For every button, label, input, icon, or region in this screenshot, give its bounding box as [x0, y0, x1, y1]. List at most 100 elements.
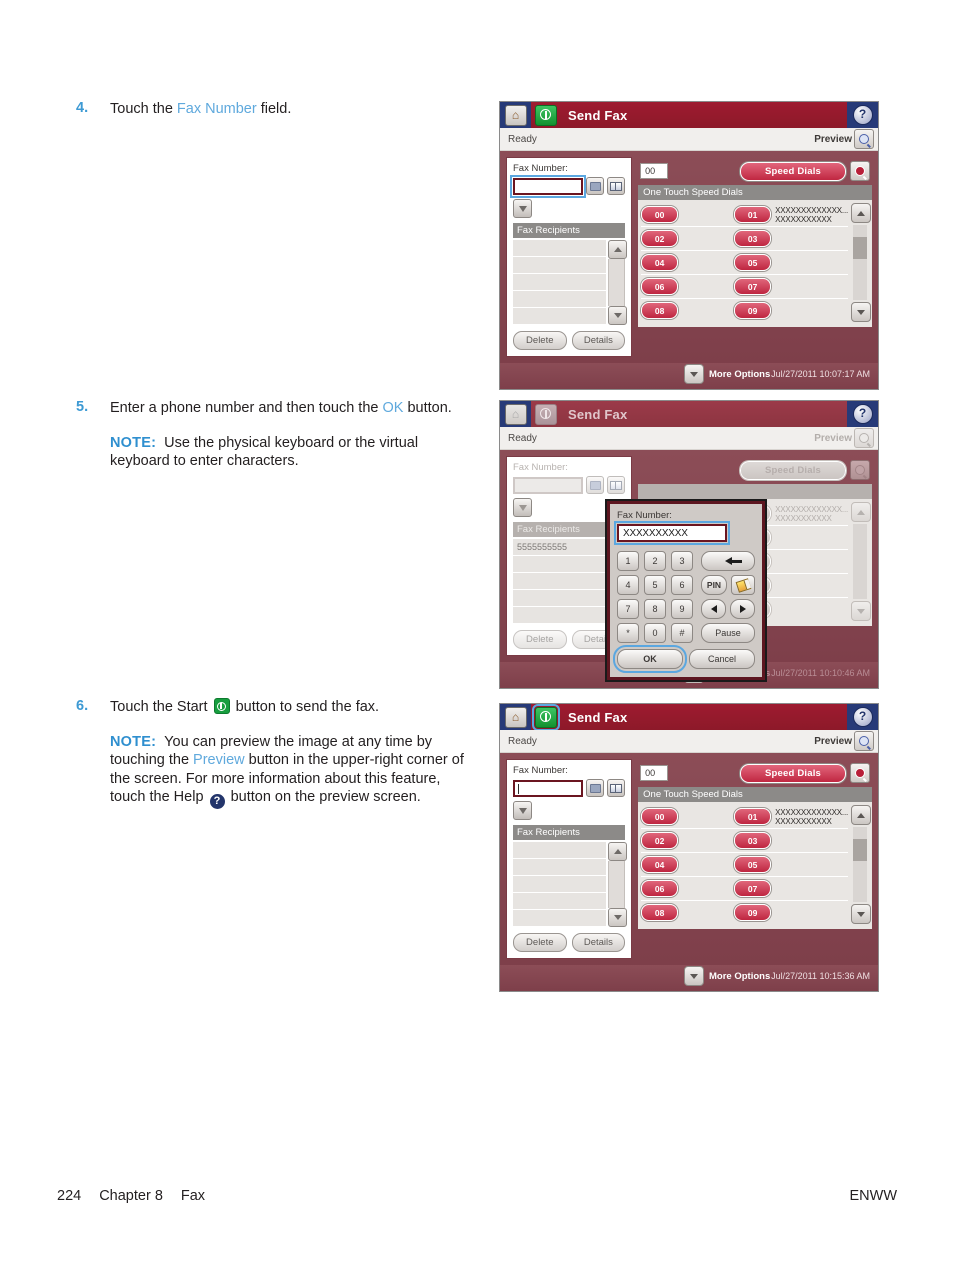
- panel2-home-cell[interactable]: ⌂: [500, 401, 531, 427]
- fax-number-input[interactable]: [513, 779, 584, 797]
- speed-dials-button[interactable]: Speed Dials: [740, 460, 846, 480]
- speed-dial-05[interactable]: 05: [734, 856, 772, 873]
- scroll-up-icon[interactable]: [851, 805, 871, 825]
- table-row[interactable]: 00 01 XXXXXXXXXXXXX... XXXXXXXXXXX: [641, 203, 848, 227]
- panel1-preview-button[interactable]: Preview: [814, 129, 874, 149]
- panel3-start-cell[interactable]: [531, 704, 561, 731]
- key-4[interactable]: 4: [617, 575, 639, 595]
- panel3-recipients-list[interactable]: [513, 842, 607, 927]
- table-row[interactable]: 08 09: [641, 901, 848, 924]
- speed-dial-08[interactable]: 08: [641, 302, 679, 319]
- speed-dial-09[interactable]: 09: [734, 904, 772, 921]
- key-6[interactable]: 6: [671, 575, 693, 595]
- fax-number-input[interactable]: [509, 174, 587, 198]
- speed-dial-02[interactable]: 02: [641, 230, 679, 247]
- key-2[interactable]: 2: [644, 551, 666, 571]
- panel1-recipients-scrollbar[interactable]: [608, 240, 628, 325]
- speed-dial-02[interactable]: 02: [641, 832, 679, 849]
- speed-dial-05[interactable]: 05: [734, 254, 772, 271]
- scroll-track[interactable]: [853, 827, 867, 902]
- chevron-down-icon[interactable]: [684, 364, 704, 384]
- keypad-fax-number-input[interactable]: XXXXXXXXXX: [614, 521, 730, 545]
- list-item[interactable]: [513, 590, 607, 607]
- speed-dial-search-icon[interactable]: [850, 460, 870, 480]
- speed-dial-search-icon[interactable]: [850, 161, 870, 181]
- table-row[interactable]: 06 07: [641, 877, 848, 901]
- fax-number-input[interactable]: [513, 476, 584, 494]
- details-button[interactable]: Details: [571, 331, 626, 350]
- start-icon[interactable]: [535, 403, 557, 425]
- cancel-button[interactable]: Cancel: [689, 649, 755, 669]
- speed-dial-01[interactable]: 01: [734, 808, 772, 825]
- start-icon[interactable]: [535, 104, 557, 126]
- key-hash[interactable]: #: [671, 623, 693, 643]
- help-icon[interactable]: ?: [852, 404, 873, 424]
- address-book-icon[interactable]: [607, 779, 626, 797]
- backspace-icon[interactable]: [701, 551, 755, 571]
- add-recipient-button[interactable]: [513, 498, 532, 517]
- panel1-start-cell[interactable]: [531, 102, 561, 128]
- pin-button[interactable]: PIN: [701, 575, 727, 595]
- home-icon[interactable]: ⌂: [504, 706, 527, 728]
- panel2-start-cell[interactable]: [531, 401, 561, 427]
- speed-dial-00[interactable]: 00: [641, 206, 679, 223]
- eraser-icon[interactable]: [731, 575, 755, 595]
- scroll-track[interactable]: [853, 225, 867, 300]
- scroll-down-icon[interactable]: [851, 601, 871, 621]
- scroll-down-icon[interactable]: [851, 302, 871, 322]
- address-book-icon[interactable]: [607, 177, 626, 195]
- panel2-recipients-list[interactable]: 5555555555: [513, 539, 607, 624]
- panel3-help-cell[interactable]: ?: [847, 704, 878, 730]
- list-item[interactable]: 5555555555: [513, 539, 607, 556]
- panel2-preview-button[interactable]: Preview: [814, 428, 874, 448]
- panel1-home-cell[interactable]: ⌂: [500, 102, 531, 128]
- table-row[interactable]: 02 03: [641, 227, 848, 251]
- table-row[interactable]: 02 03: [641, 829, 848, 853]
- list-item[interactable]: [513, 240, 607, 257]
- help-icon[interactable]: ?: [852, 707, 873, 727]
- arrow-left-icon[interactable]: [701, 599, 726, 619]
- scroll-track[interactable]: [853, 524, 867, 599]
- preview-magnifier-icon[interactable]: [854, 428, 874, 448]
- list-item[interactable]: [513, 893, 607, 910]
- key-1[interactable]: 1: [617, 551, 639, 571]
- details-button[interactable]: Details: [571, 933, 626, 952]
- arrow-right-icon[interactable]: [730, 599, 755, 619]
- chevron-down-icon[interactable]: [684, 966, 704, 986]
- speed-dial-07[interactable]: 07: [734, 278, 772, 295]
- home-icon[interactable]: ⌂: [504, 403, 527, 425]
- scroll-up-icon[interactable]: [851, 502, 871, 522]
- speed-dial-03[interactable]: 03: [734, 832, 772, 849]
- more-options-button[interactable]: More Options: [684, 966, 770, 986]
- scroll-down-icon[interactable]: [608, 908, 628, 927]
- more-options-button[interactable]: More Options: [684, 364, 770, 384]
- table-row[interactable]: 08 09: [641, 299, 848, 322]
- panel3-recipients-scrollbar[interactable]: [608, 842, 628, 927]
- list-item[interactable]: [513, 257, 607, 274]
- speed-dials-button[interactable]: Speed Dials: [740, 763, 846, 783]
- speed-dial-03[interactable]: 03: [734, 230, 772, 247]
- pause-button[interactable]: Pause: [701, 623, 755, 643]
- scroll-up-icon[interactable]: [608, 842, 628, 861]
- panel1-recipients-list[interactable]: [513, 240, 607, 325]
- delete-button[interactable]: Delete: [513, 933, 567, 952]
- key-9[interactable]: 9: [671, 599, 693, 619]
- scroll-up-icon[interactable]: [608, 240, 628, 259]
- speed-dial-search-icon[interactable]: [850, 763, 870, 783]
- delete-button[interactable]: Delete: [513, 630, 567, 649]
- speed-dials-button[interactable]: Speed Dials: [740, 161, 846, 181]
- list-item[interactable]: [513, 573, 607, 590]
- list-item[interactable]: [513, 274, 607, 291]
- key-0[interactable]: 0: [644, 623, 666, 643]
- panel2-help-cell[interactable]: ?: [847, 401, 878, 427]
- speed-dial-09[interactable]: 09: [734, 302, 772, 319]
- list-item[interactable]: [513, 910, 607, 927]
- preview-magnifier-icon[interactable]: [854, 129, 874, 149]
- start-icon[interactable]: [532, 704, 560, 731]
- panel1-one-touch-scrollbar[interactable]: [851, 203, 871, 322]
- list-item[interactable]: [513, 876, 607, 893]
- list-item[interactable]: [513, 607, 607, 624]
- key-asterisk[interactable]: *: [617, 623, 639, 643]
- folder-icon[interactable]: [586, 779, 605, 797]
- panel1-help-cell[interactable]: ?: [847, 102, 878, 128]
